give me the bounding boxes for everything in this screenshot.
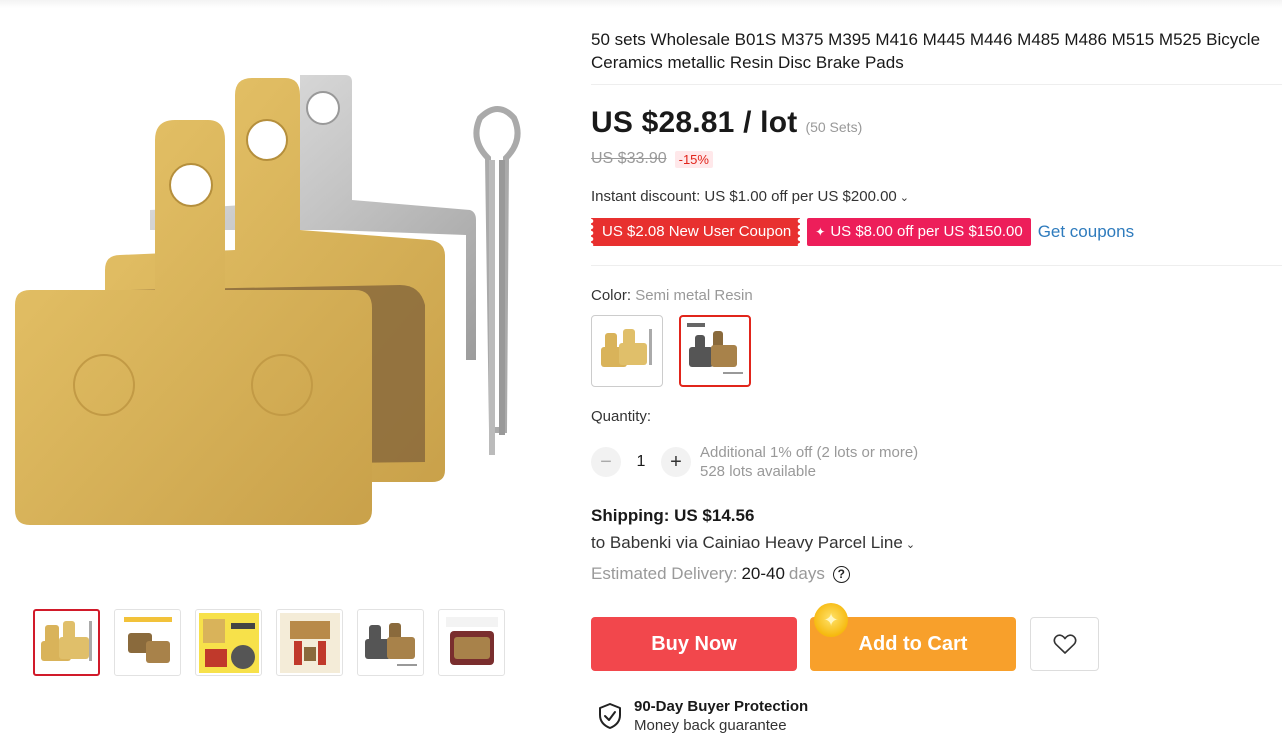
divider	[591, 265, 1282, 266]
sparkle-icon: ✦	[814, 603, 848, 637]
buy-now-button[interactable]: Buy Now	[591, 617, 797, 671]
instant-discount[interactable]: Instant discount: US $1.00 off per US $2…	[591, 188, 909, 205]
buyer-protection: 90-Day Buyer Protection Money back guara…	[598, 697, 808, 735]
thumbnail-4[interactable]	[276, 609, 343, 676]
thumbnail-2[interactable]	[114, 609, 181, 676]
shipping-route[interactable]: to Babenki via Cainiao Heavy Parcel Line…	[591, 533, 915, 553]
add-to-cart-label: Add to Cart	[858, 632, 968, 655]
price-unit: (50 Sets)	[805, 119, 863, 135]
heart-icon	[1053, 634, 1076, 654]
current-price: US $28.81 / lot	[591, 106, 798, 139]
quantity-stepper: − 1 + Additional 1% off (2 lots or more)…	[591, 443, 918, 481]
new-user-coupon-label: US $2.08 New User Coupon	[602, 223, 792, 240]
protection-text: 90-Day Buyer Protection Money back guara…	[634, 697, 808, 735]
color-label: Color: Semi metal Resin	[591, 287, 753, 304]
color-selected-value: Semi metal Resin	[635, 287, 753, 304]
increase-quantity-button[interactable]: +	[661, 447, 691, 477]
color-swatches	[591, 315, 751, 387]
add-to-cart-button[interactable]: ✦ Add to Cart	[810, 603, 1016, 671]
store-coupon-label: US $8.00 off per US $150.00	[830, 223, 1023, 240]
new-user-coupon[interactable]: US $2.08 New User Coupon	[591, 218, 801, 246]
price-row: US $28.81 / lot (50 Sets)	[591, 106, 862, 140]
instant-discount-text: Instant discount: US $1.00 off per US $2…	[591, 188, 897, 205]
shipping-route-text: to Babenki via Cainiao Heavy Parcel Line	[591, 533, 903, 552]
estimated-delivery: Estimated Delivery: 20-40 days ?	[591, 564, 850, 584]
main-product-image[interactable]	[0, 60, 560, 580]
delivery-unit: days	[788, 564, 825, 583]
original-price-row: US $33.90 -15%	[591, 150, 713, 168]
swatch-semi-metal-resin[interactable]	[591, 315, 663, 387]
chevron-down-icon: ⌄	[899, 192, 909, 204]
top-shadow	[0, 0, 1282, 8]
divider	[591, 84, 1282, 85]
discount-badge: -15%	[674, 150, 713, 168]
question-mark-icon[interactable]: ?	[832, 565, 850, 583]
thumbnail-5[interactable]	[357, 609, 424, 676]
thumbnail-3[interactable]	[195, 609, 262, 676]
action-buttons: Buy Now ✦ Add to Cart	[591, 603, 1099, 671]
thumbnail-strip	[33, 609, 505, 676]
quantity-value[interactable]: 1	[621, 453, 661, 471]
thumbnail-6[interactable]	[438, 609, 505, 676]
get-coupons-link[interactable]: Get coupons	[1038, 222, 1134, 242]
shield-check-icon	[599, 703, 621, 729]
thumbnail-1[interactable]	[33, 609, 100, 676]
quantity-notes: Additional 1% off (2 lots or more) 528 l…	[700, 443, 918, 481]
shipping-cost: Shipping: US $14.56	[591, 506, 755, 525]
original-price: US $33.90	[591, 150, 667, 167]
bulk-discount-note: Additional 1% off (2 lots or more)	[700, 444, 919, 461]
lots-available: 528 lots available	[700, 463, 816, 480]
coupon-row: US $2.08 New User Coupon ✦ US $8.00 off p…	[591, 218, 1134, 246]
protection-title: 90-Day Buyer Protection	[634, 698, 809, 715]
store-coupon[interactable]: ✦ US $8.00 off per US $150.00	[807, 218, 1031, 246]
delivery-label: Estimated Delivery:	[591, 564, 738, 583]
quantity-label: Quantity:	[591, 408, 652, 425]
sparkle-icon: ✦	[815, 225, 826, 239]
swatch-with-pin[interactable]	[679, 315, 751, 387]
protection-subtitle: Money back guarantee	[634, 717, 787, 734]
product-title: 50 sets Wholesale B01S M375 M395 M416 M4…	[591, 30, 1261, 72]
chevron-down-icon: ⌄	[905, 539, 916, 551]
decrease-quantity-button[interactable]: −	[591, 447, 621, 477]
color-label-text: Color:	[591, 287, 632, 304]
wishlist-button[interactable]	[1030, 617, 1099, 671]
delivery-range: 20-40	[741, 564, 785, 583]
